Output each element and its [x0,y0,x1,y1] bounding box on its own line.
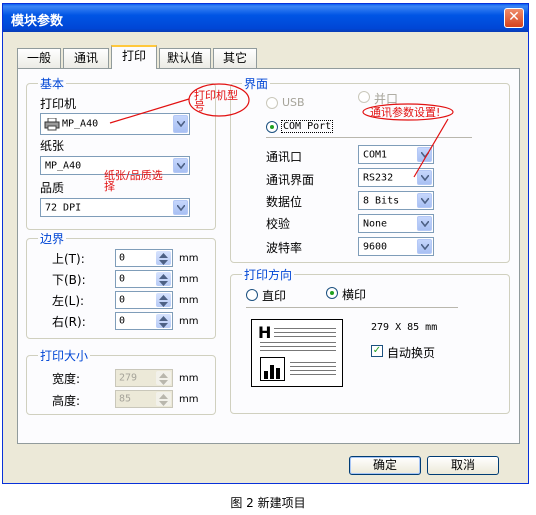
tab-general[interactable]: 一般 [17,48,61,68]
window-title: 模块参数 [11,14,64,29]
close-button[interactable]: ✕ [504,8,524,28]
ok-button[interactable]: 确定 [349,456,421,475]
tab-comm[interactable]: 通讯 [63,48,109,68]
dialog-window: 模块参数 ✕ 一般 通讯 打印 默认值 其它 基本 打印机 MP_A40 纸张 … [2,3,529,484]
annotation-overlay [109,83,454,178]
print-tab-panel: 基本 打印机 MP_A40 纸张 MP_A40 品质 72 DPI 边界 上(T… [17,68,520,444]
tab-defaults[interactable]: 默认值 [159,48,211,68]
cancel-button[interactable]: 取消 [427,456,499,475]
annotation-paper-quality: 纸张/品质选择 [104,169,163,193]
figure-caption: 图 2 新建项目 [230,496,306,510]
title-bar[interactable]: 模块参数 ✕ [3,4,528,32]
annotation-comm-settings: 通讯参数设置! [370,106,441,119]
annotation-arrow [109,98,190,124]
tab-other[interactable]: 其它 [213,48,257,68]
annotation-arrow [413,118,449,178]
annotation-printer-model: 打印机型号 [194,89,238,113]
tab-print[interactable]: 打印 [111,45,157,69]
